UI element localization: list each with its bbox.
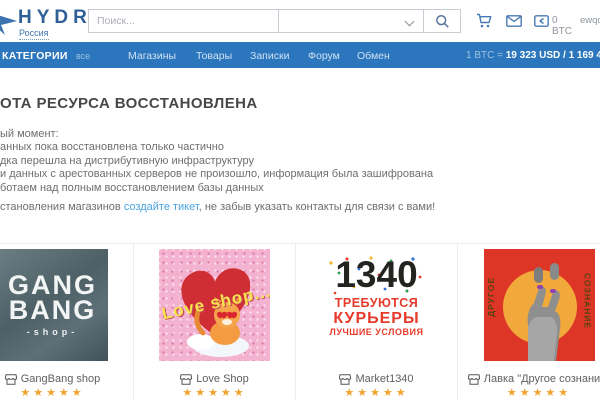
ticket-instruction: становления магазинов создайте тикет, не… [0,201,435,213]
lavka-image[interactable]: ДРУГОЕ СОЗНАНИЕ [484,249,595,361]
shop-card-lavka[interactable]: ДРУГОЕ СОЗНАНИЕ Лавка "Другое сознание" … [458,244,600,400]
shop-name[interactable]: Love Shop [196,373,249,385]
rate-value: 19 323 USD / 1 169 461 Р [506,50,600,61]
shop-rating: ★★★★★ [0,386,133,399]
shop-card-gangbang[interactable]: GANG BANG -shop- GangBang shop ★★★★★ [0,244,134,400]
market1340-line3: ЛУЧШИЕ УСЛОВИЯ [321,327,432,337]
main-navbar: КАТЕГОРИИ все Магазины Товары Записки Фо… [0,42,600,68]
shops-row: GANG BANG -shop- GangBang shop ★★★★★ [0,243,600,400]
shop-name[interactable]: Лавка "Другое сознание" [484,373,600,385]
search-button[interactable] [424,9,461,33]
status-line: анных пока восстановлена только частично [0,141,433,154]
status-line: ый момент: [0,128,433,141]
shop-name[interactable]: GangBang shop [21,373,101,385]
hydra-logo-icon[interactable] [0,11,19,37]
status-line: дка перешла на дистрибутивную инфраструк… [0,155,433,168]
love-shop-image[interactable]: Love shop... [159,249,270,361]
messages-icon[interactable] [506,15,522,27]
nav-categories[interactable]: КАТЕГОРИИ [2,50,68,62]
peace-hand [484,249,595,361]
status-line: и данных с арестованных серверов не прои… [0,168,433,181]
nav-categories-all[interactable]: все [76,51,90,61]
header: HYDRA Россия [0,0,600,42]
lavka-side-left: ДРУГОЕ [486,277,496,317]
nav-item-forum[interactable]: Форум [308,50,340,62]
nav-item-notes[interactable]: Записки [250,50,289,62]
market1340-number: 1340 [321,257,432,293]
page-title: ОТА РЕСУРСА ВОССТАНОВЛЕНА [0,95,258,112]
wallet-icon[interactable] [534,15,549,27]
chevron-down-icon [405,17,415,27]
nav-item-shops[interactable]: Магазины [128,50,176,62]
search-icon [435,14,450,29]
gangbang-art-line2: BANG [9,298,97,323]
search-category-select[interactable] [278,9,424,33]
status-line: ботаем над полным восстановлением базы д… [0,182,433,195]
search-input[interactable] [88,9,278,33]
shop-icon [339,374,351,385]
rate-label: 1 BTC = [466,50,503,61]
ticket-text-suffix: , не забыв указать контакты для связи с … [199,201,435,213]
shop-rating: ★★★★★ [458,386,600,399]
shop-rating: ★★★★★ [296,386,457,399]
hydra-marketplace-page: HYDRA Россия [0,0,600,400]
market1340-line2: КУРЬЕРЫ [321,310,432,327]
btc-exchange-rate: 1 BTC = 19 323 USD / 1 169 461 Р [466,50,600,61]
lavka-side-right: СОЗНАНИЕ [583,273,593,329]
cart-icon[interactable] [476,13,493,29]
shop-icon [5,374,17,385]
nav-item-goods[interactable]: Товары [196,50,232,62]
shop-icon [180,374,192,385]
market1340-image[interactable]: 1340 ТРЕБУЮТСЯ КУРЬЕРЫ ЛУЧШИЕ УСЛОВИЯ [321,249,432,361]
nav-item-exchange[interactable]: Обмен [357,50,390,62]
gangbang-art-line3: -shop- [27,327,79,337]
wallet-balance[interactable]: 0 BTC [552,15,572,37]
shop-rating: ★★★★★ [134,386,295,399]
search-group [88,9,461,33]
shop-name[interactable]: Market1340 [355,373,413,385]
shop-card-loveshop[interactable]: Love shop... Love Shop ★★★★★ [134,244,296,400]
ticket-text-prefix: становления магазинов [0,201,124,213]
logo-region[interactable]: Россия [19,28,49,40]
username[interactable]: ewqqwer [580,15,600,26]
status-list: ый момент: анных пока восстановлена толь… [0,128,433,195]
create-ticket-link[interactable]: создайте тикет [124,201,199,213]
shop-icon [468,374,480,385]
gangbang-shop-image[interactable]: GANG BANG -shop- [0,249,108,361]
shop-card-market1340[interactable]: 1340 ТРЕБУЮТСЯ КУРЬЕРЫ ЛУЧШИЕ УСЛОВИЯ Ma… [296,244,458,400]
